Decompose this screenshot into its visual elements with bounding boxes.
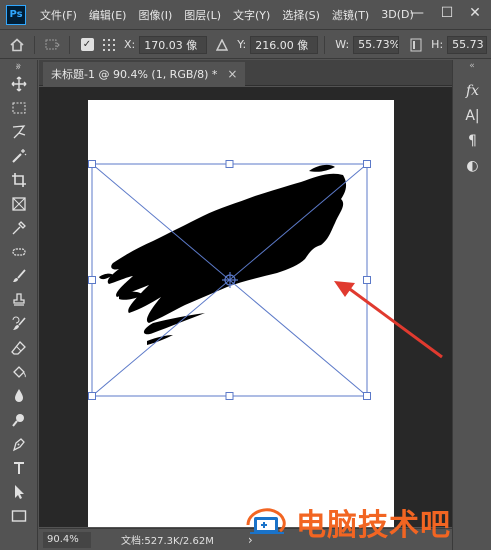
maximize-button[interactable]: ☐ <box>433 2 461 24</box>
home-icon[interactable] <box>6 34 28 56</box>
canvas-overlay <box>88 160 443 400</box>
menu-edit[interactable]: 编辑(E) <box>83 7 133 23</box>
zoom-level-field[interactable]: 90.4% <box>43 531 91 548</box>
divider <box>324 35 326 54</box>
lasso-tool-icon[interactable] <box>0 120 38 144</box>
w-label: W: <box>335 38 350 51</box>
eyedropper-tool-icon[interactable] <box>0 216 38 240</box>
brush-stroke-artwork <box>99 164 347 345</box>
paint-bucket-tool-icon[interactable] <box>0 360 38 384</box>
pen-tool-icon[interactable] <box>0 432 38 456</box>
transform-handle-bottom[interactable] <box>225 392 234 400</box>
reference-point-icon[interactable] <box>41 34 63 56</box>
width-field[interactable]: 55.73% <box>353 35 400 54</box>
height-field[interactable]: 55.73 <box>447 35 488 54</box>
menu-image[interactable]: 图像(I) <box>132 7 178 23</box>
arrow-shaft <box>346 285 443 359</box>
y-position-field[interactable]: 216.00 像 <box>250 35 319 54</box>
tab-close-icon[interactable]: × <box>227 67 237 81</box>
delta-icon[interactable] <box>211 34 233 56</box>
brush-stroke-wisp <box>147 335 173 345</box>
annotation-arrow <box>334 281 443 359</box>
history-brush-tool-icon[interactable] <box>0 312 38 336</box>
adjustments-icon[interactable]: ◐ <box>453 153 491 178</box>
move-tool-icon[interactable] <box>0 72 38 96</box>
close-button[interactable]: ✕ <box>461 2 489 24</box>
photoshop-logo: Ps <box>6 4 26 25</box>
checkmark-icon: ✓ <box>80 38 94 51</box>
brush-tool-icon[interactable] <box>0 264 38 288</box>
transform-handle-top-left[interactable] <box>88 160 96 168</box>
transform-handle-bottom-left[interactable] <box>88 392 96 400</box>
frame-tool-icon[interactable] <box>0 192 38 216</box>
x-label: X: <box>124 38 136 51</box>
watermark-logo <box>246 508 286 534</box>
minimize-button[interactable]: — <box>403 2 431 24</box>
magic-wand-tool-icon[interactable] <box>0 144 38 168</box>
expand-panels-icon[interactable]: « <box>453 60 491 72</box>
rectangle-tool-icon[interactable] <box>0 504 38 528</box>
watermark: 电脑技术吧 <box>244 497 451 547</box>
h-label: H: <box>431 38 444 51</box>
paragraph-panel-icon[interactable]: ¶ <box>453 128 491 153</box>
healing-brush-tool-icon[interactable] <box>0 240 38 264</box>
clone-stamp-tool-icon[interactable] <box>0 288 38 312</box>
tools-panel: » <box>0 60 38 550</box>
transform-handle-top-right[interactable] <box>363 160 371 168</box>
link-icon[interactable] <box>405 34 427 56</box>
character-panel-icon[interactable]: A| <box>453 103 491 128</box>
menu-select[interactable]: 选择(S) <box>276 7 326 23</box>
dodge-tool-icon[interactable] <box>0 408 38 432</box>
menu-layer[interactable]: 图层(L) <box>178 7 227 23</box>
marquee-tool-icon[interactable] <box>0 96 38 120</box>
reference-checkbox[interactable]: ✓ <box>76 34 98 56</box>
brush-stroke-wisp <box>309 164 335 172</box>
canvas-area[interactable] <box>39 87 452 527</box>
reference-grid-icon[interactable] <box>98 34 120 56</box>
divider <box>69 35 70 54</box>
document-tab-bar: » 未标题-1 @ 90.4% (1, RGB/8) * × <box>15 60 452 86</box>
options-bar: ✓ X: 170.03 像 Y: 216.00 像 W: 55.73% H: 5… <box>0 31 491 59</box>
x-position-field[interactable]: 170.03 像 <box>139 35 208 54</box>
menu-filter[interactable]: 滤镜(T) <box>326 7 375 23</box>
document-tab[interactable]: 未标题-1 @ 90.4% (1, RGB/8) * × <box>43 62 246 86</box>
crop-tool-icon[interactable] <box>0 168 38 192</box>
right-panel-dock: « fx A| ¶ ◐ <box>452 60 491 550</box>
brush-stroke-main <box>107 173 347 323</box>
path-selection-tool-icon[interactable] <box>0 480 38 504</box>
document-tab-title: 未标题-1 @ 90.4% (1, RGB/8) * <box>51 68 218 81</box>
menu-bar: Ps 文件(F) 编辑(E) 图像(I) 图层(L) 文字(Y) 选择(S) 滤… <box>0 0 491 30</box>
styles-fx-icon[interactable]: fx <box>453 78 491 103</box>
collapse-icon[interactable]: » <box>3 62 33 74</box>
transform-handle-bottom-right[interactable] <box>363 392 371 400</box>
eraser-tool-icon[interactable] <box>0 336 38 360</box>
menu-file[interactable]: 文件(F) <box>34 7 83 23</box>
document-size-info[interactable]: 文档:527.3K/2.62M <box>121 532 214 547</box>
transform-handle-left[interactable] <box>88 276 96 284</box>
menu-type[interactable]: 文字(Y) <box>227 7 276 23</box>
divider <box>34 35 35 54</box>
type-tool-icon[interactable] <box>0 456 38 480</box>
transform-handle-top[interactable] <box>225 160 234 168</box>
watermark-text: 电脑技术吧 <box>296 508 451 543</box>
transform-handle-right[interactable] <box>363 276 371 284</box>
y-label: Y: <box>237 38 247 51</box>
blur-tool-icon[interactable] <box>0 384 38 408</box>
